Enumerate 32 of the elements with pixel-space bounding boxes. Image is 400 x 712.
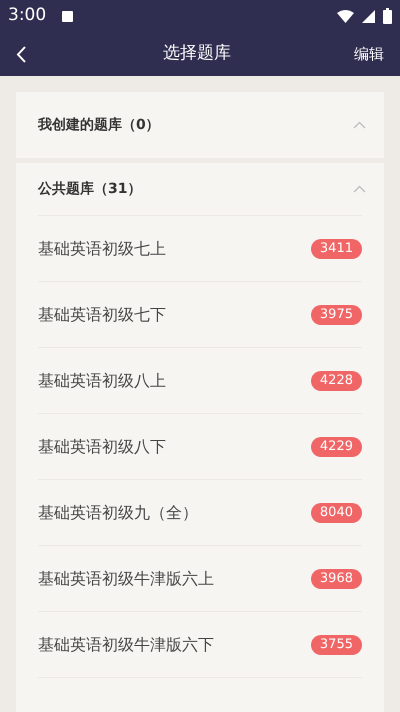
bank-name: 基础英语初级牛津版六上 <box>38 568 214 590</box>
bank-name: 基础英语初级七下 <box>38 304 166 326</box>
count-badge: 3975 <box>310 304 362 324</box>
bank-name: 基础英语初级八上 <box>38 370 166 392</box>
status-time: 3:00 <box>8 4 46 28</box>
battery-icon <box>383 8 392 24</box>
question-bank-row[interactable]: 基础英语初级七下 3975 <box>38 281 362 347</box>
bank-name: 基础英语初级七上 <box>38 238 166 260</box>
bank-name: 基础英语初级九（全） <box>38 502 198 524</box>
bank-name: 基础英语初级牛津版六下 <box>38 634 214 656</box>
question-bank-row[interactable]: 基础英语初级牛津版六上 3968 <box>38 545 362 611</box>
count-badge: 3755 <box>310 634 362 654</box>
section-header[interactable]: 公共题库（31） <box>16 163 384 215</box>
count-badge: 4229 <box>310 436 362 456</box>
edit-button[interactable]: 编辑 <box>354 42 384 66</box>
count-badge: 3411 <box>310 238 362 258</box>
count-badge: 3968 <box>310 568 362 588</box>
question-bank-row[interactable]: 基础英语初级九（全） 8040 <box>38 479 362 545</box>
question-bank-row[interactable]: 基础英语初级八上 4228 <box>38 347 362 413</box>
wifi-icon <box>337 10 354 22</box>
count-badge: 8040 <box>310 502 362 522</box>
page-title: 选择题库 <box>162 42 232 66</box>
section-header[interactable]: 我创建的题库（0） <box>16 92 384 158</box>
signal-icon <box>362 10 375 22</box>
question-bank-row[interactable]: 基础英语初级七上 3411 <box>38 215 362 281</box>
bank-name: 基础英语初级八下 <box>38 436 166 458</box>
section-title: 我创建的题库（0） <box>38 116 160 134</box>
section-title: 公共题库（31） <box>38 180 142 198</box>
question-bank-row[interactable]: 基础英语初级牛津版六下 3755 <box>38 611 362 677</box>
back-icon <box>16 46 26 62</box>
question-bank-row[interactable]: 基础英语初级八下 4229 <box>38 413 362 479</box>
count-badge: 4228 <box>310 370 362 390</box>
